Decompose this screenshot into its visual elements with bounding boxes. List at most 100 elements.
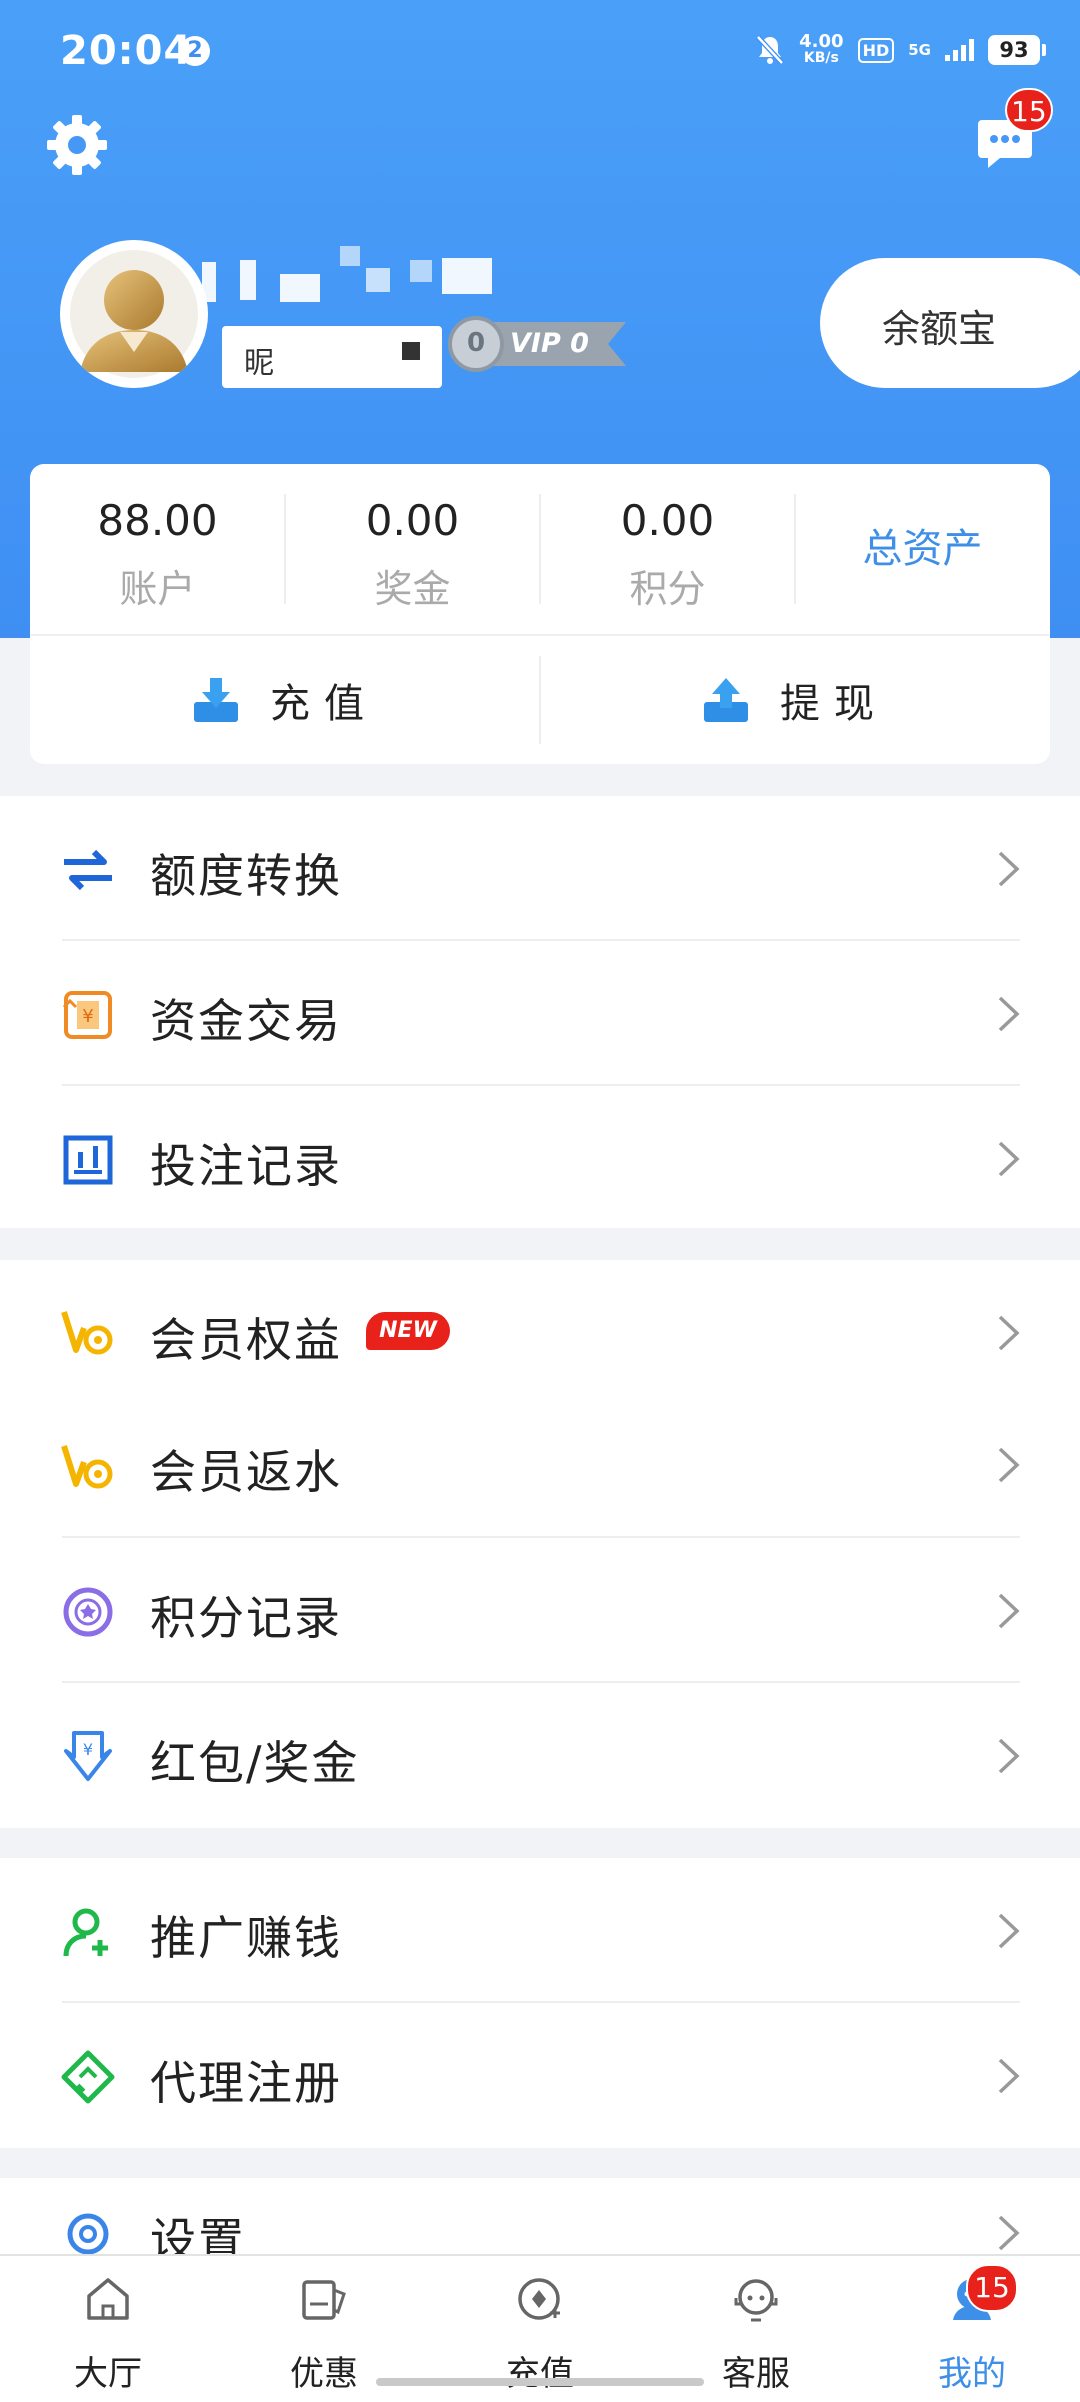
menu-group-settings: 设置 [0, 2178, 1080, 2258]
withdraw-button[interactable]: 提现 [540, 636, 1050, 764]
menu-label: 会员权益 [150, 1313, 342, 1367]
vip-badge[interactable]: 0 VIP 0 [448, 316, 628, 372]
net-speed-value: 4.00 [799, 31, 844, 52]
tab-label: 客服 [722, 2354, 790, 2394]
menu-item-red-packet[interactable]: ¥ 红包/奖金 [0, 1683, 1080, 1828]
chevron-right-icon [998, 2215, 1020, 2251]
points-stat[interactable]: 0.00 积分 [540, 464, 795, 634]
svg-text:¥: ¥ [82, 1006, 93, 1027]
tab-label: 大厅 [74, 2354, 142, 2394]
withdraw-label: 提现 [780, 681, 888, 727]
menu-item-settings[interactable]: 设置 [0, 2178, 1080, 2258]
battery-level: 93 [999, 38, 1029, 62]
total-assets-link[interactable]: 总资产 [795, 464, 1050, 634]
bonus-label: 奖金 [374, 567, 451, 611]
chevron-right-icon [998, 1447, 1020, 1483]
download-tray-icon [194, 678, 238, 722]
menu-item-bet-record[interactable]: 投注记录 [0, 1086, 1080, 1231]
menu-label: 积分记录 [150, 1591, 342, 1645]
signal-icon [945, 39, 974, 61]
redaction-mark [402, 342, 420, 360]
tab-home[interactable]: 大厅 [0, 2256, 216, 2402]
bet-record-icon [63, 1135, 113, 1185]
nickname-label: 昵 [244, 346, 274, 381]
settings-icon [67, 2213, 109, 2255]
vip-icon [61, 1445, 113, 1489]
chevron-right-icon [998, 1913, 1020, 1949]
red-packet-icon: ¥ [64, 1731, 112, 1781]
menu-label: 设置 [150, 2213, 246, 2258]
balance-treasure-label: 余额宝 [882, 307, 997, 351]
mute-bell-icon [756, 35, 784, 65]
nickname-redacted [190, 238, 520, 308]
net-speed-unit: KB/s [803, 50, 839, 66]
home-icon [87, 2278, 129, 2320]
asset-stats: 88.00 账户 0.00 奖金 0.00 积分 总资产 [30, 464, 1050, 634]
recharge-label: 充值 [270, 681, 378, 727]
hd-indicator: HD [857, 37, 895, 63]
menu-item-member-benefits[interactable]: 会员权益 NEW [0, 1260, 1080, 1398]
menu-group-funds: 额度转换 ¥ 资金交易 投注记录 [0, 796, 1080, 1228]
menu-item-points-record[interactable]: 积分记录 [0, 1538, 1080, 1683]
asset-card: 88.00 账户 0.00 奖金 0.00 积分 总资产 充值 提现 [30, 464, 1050, 764]
account-value: 88.00 [97, 496, 218, 545]
promote-icon [63, 1908, 108, 1957]
message-badge: 15 [1005, 88, 1053, 132]
menu-item-promote[interactable]: 推广赚钱 [0, 1858, 1080, 2003]
menu-group-member: 会员权益 NEW 会员返水 积分记录 ¥ 红包/奖金 [0, 1260, 1080, 1828]
svg-text:¥: ¥ [83, 1740, 93, 1759]
chevron-right-icon [998, 1141, 1020, 1177]
bonus-value: 0.00 [365, 496, 460, 545]
menu-item-fund-trade[interactable]: ¥ 资金交易 [0, 941, 1080, 1086]
new-badge: NEW [366, 1312, 450, 1350]
chevron-right-icon [998, 1738, 1020, 1774]
menu-label: 代理注册 [150, 2056, 342, 2110]
tab-label: 我的 [938, 2354, 1006, 2394]
promo-icon [302, 2280, 346, 2320]
menu-label: 资金交易 [150, 994, 342, 1048]
fund-trade-icon: ¥ [62, 991, 112, 1039]
vip-coin-icon: 0 [448, 316, 504, 372]
menu-label: 会员返水 [150, 1445, 342, 1499]
menu-item-member-rebate[interactable]: 会员返水 [0, 1398, 1080, 1538]
network-type: 5G [908, 40, 931, 59]
home-indicator[interactable] [376, 2378, 704, 2386]
bonus-stat[interactable]: 0.00 奖金 [285, 464, 540, 634]
tab-label: 优惠 [290, 2354, 358, 2394]
vip-label: VIP 0 [510, 328, 589, 359]
menu-group-agent: 推广赚钱 代理注册 [0, 1858, 1080, 2148]
menu-label: 推广赚钱 [150, 1911, 342, 1965]
menu-label: 额度转换 [150, 849, 342, 903]
notification-count-badge: 2 [180, 36, 210, 66]
menu-label: 红包/奖金 [150, 1736, 360, 1790]
net-speed: 4.00 KB/s [799, 33, 843, 67]
upload-tray-icon [704, 678, 748, 722]
avatar[interactable] [60, 240, 208, 388]
points-label: 积分 [629, 567, 706, 611]
status-bar: 20:04 2 4.00 KB/s HD 5G 93 [0, 0, 1080, 100]
account-stat[interactable]: 88.00 账户 [30, 464, 285, 634]
agent-icon [61, 2050, 115, 2104]
chevron-right-icon [998, 996, 1020, 1032]
account-label: 账户 [119, 567, 196, 611]
chevron-right-icon [998, 1593, 1020, 1629]
transfer-icon [64, 849, 112, 891]
status-time: 20:04 [60, 28, 193, 74]
tab-label: 充值 [506, 2354, 574, 2394]
menu-label: 投注记录 [150, 1139, 342, 1193]
recharge-button[interactable]: 充值 [30, 636, 540, 764]
chevron-right-icon [998, 1315, 1020, 1351]
points-value: 0.00 [620, 496, 715, 545]
menu-item-agent-register[interactable]: 代理注册 [0, 2003, 1080, 2148]
avatar-person-icon [64, 244, 204, 384]
support-icon [734, 2279, 778, 2322]
chevron-right-icon [998, 2058, 1020, 2094]
menu-item-quota-transfer[interactable]: 额度转换 [0, 796, 1080, 941]
recharge-icon [518, 2278, 560, 2320]
gear-icon[interactable] [44, 112, 110, 178]
points-icon [63, 1587, 113, 1637]
profile-tab-badge: 15 [966, 2264, 1018, 2312]
vip-icon [61, 1311, 113, 1355]
battery-icon: 93 [988, 35, 1046, 65]
balance-treasure-button[interactable]: 余额宝 [820, 258, 1080, 388]
